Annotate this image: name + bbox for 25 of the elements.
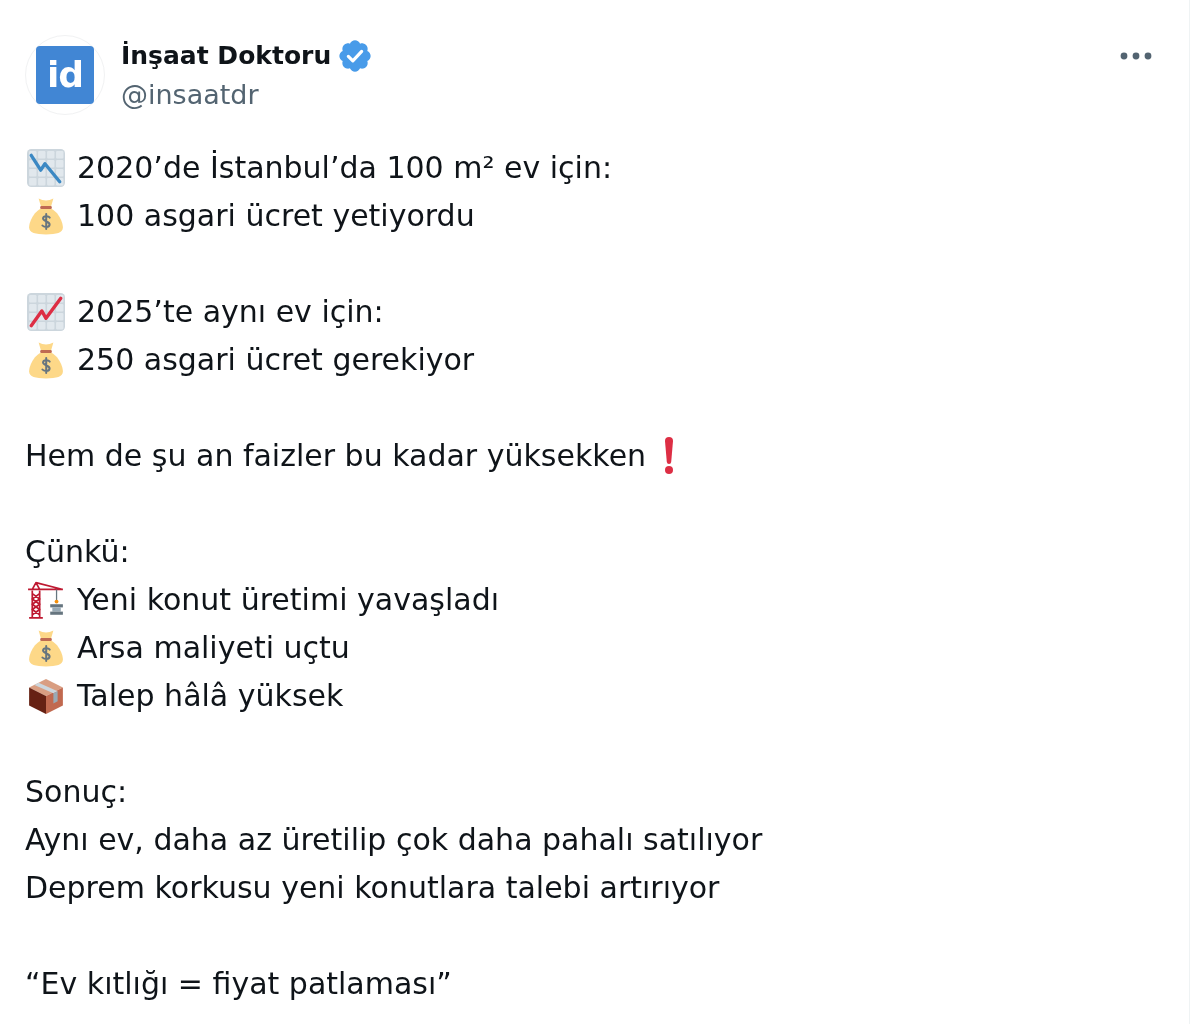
avatar-logo: id <box>36 46 94 104</box>
user-handle[interactable]: @insaatdr <box>121 76 259 114</box>
post-text: 2020’de İstanbul’da 100 m² ev için: <box>77 149 613 187</box>
chart-down-icon <box>27 149 65 187</box>
post-text: Talep hâlâ yüksek <box>77 677 344 715</box>
box-icon <box>27 677 65 715</box>
post-text: Çünkü: <box>25 533 130 571</box>
display-name[interactable]: İnşaat Doktoru <box>121 38 332 74</box>
post-text: Yeni konut üretimi yavaşladı <box>77 581 499 619</box>
post-text: Arsa maliyeti uçtu <box>77 629 350 667</box>
post-text: “Ev kıtlığı = fiyat patlaması” <box>25 965 452 1003</box>
post-text: 250 asgari ücret gerekiyor <box>77 341 475 379</box>
money-bag-icon <box>27 197 65 235</box>
money-bag-icon <box>27 341 65 379</box>
post-text: Deprem korkusu yeni konutlara talebi artırıyor <box>25 869 720 907</box>
post-text: Sonuç: <box>25 773 128 811</box>
more-icon <box>1120 52 1152 60</box>
money-bag-icon <box>27 629 65 667</box>
avatar[interactable]: id <box>25 35 105 115</box>
post-text: Aynı ev, daha az üretilip çok daha pahalı satılıyor <box>25 821 763 859</box>
chart-up-icon <box>27 293 65 331</box>
crane-icon <box>27 581 65 619</box>
post-text: 2025’te aynı ev için: <box>77 293 384 331</box>
post-text: Hem de şu an faizler bu kadar yüksekken <box>25 437 647 475</box>
post-text: 100 asgari ücret yetiyordu <box>77 197 475 235</box>
